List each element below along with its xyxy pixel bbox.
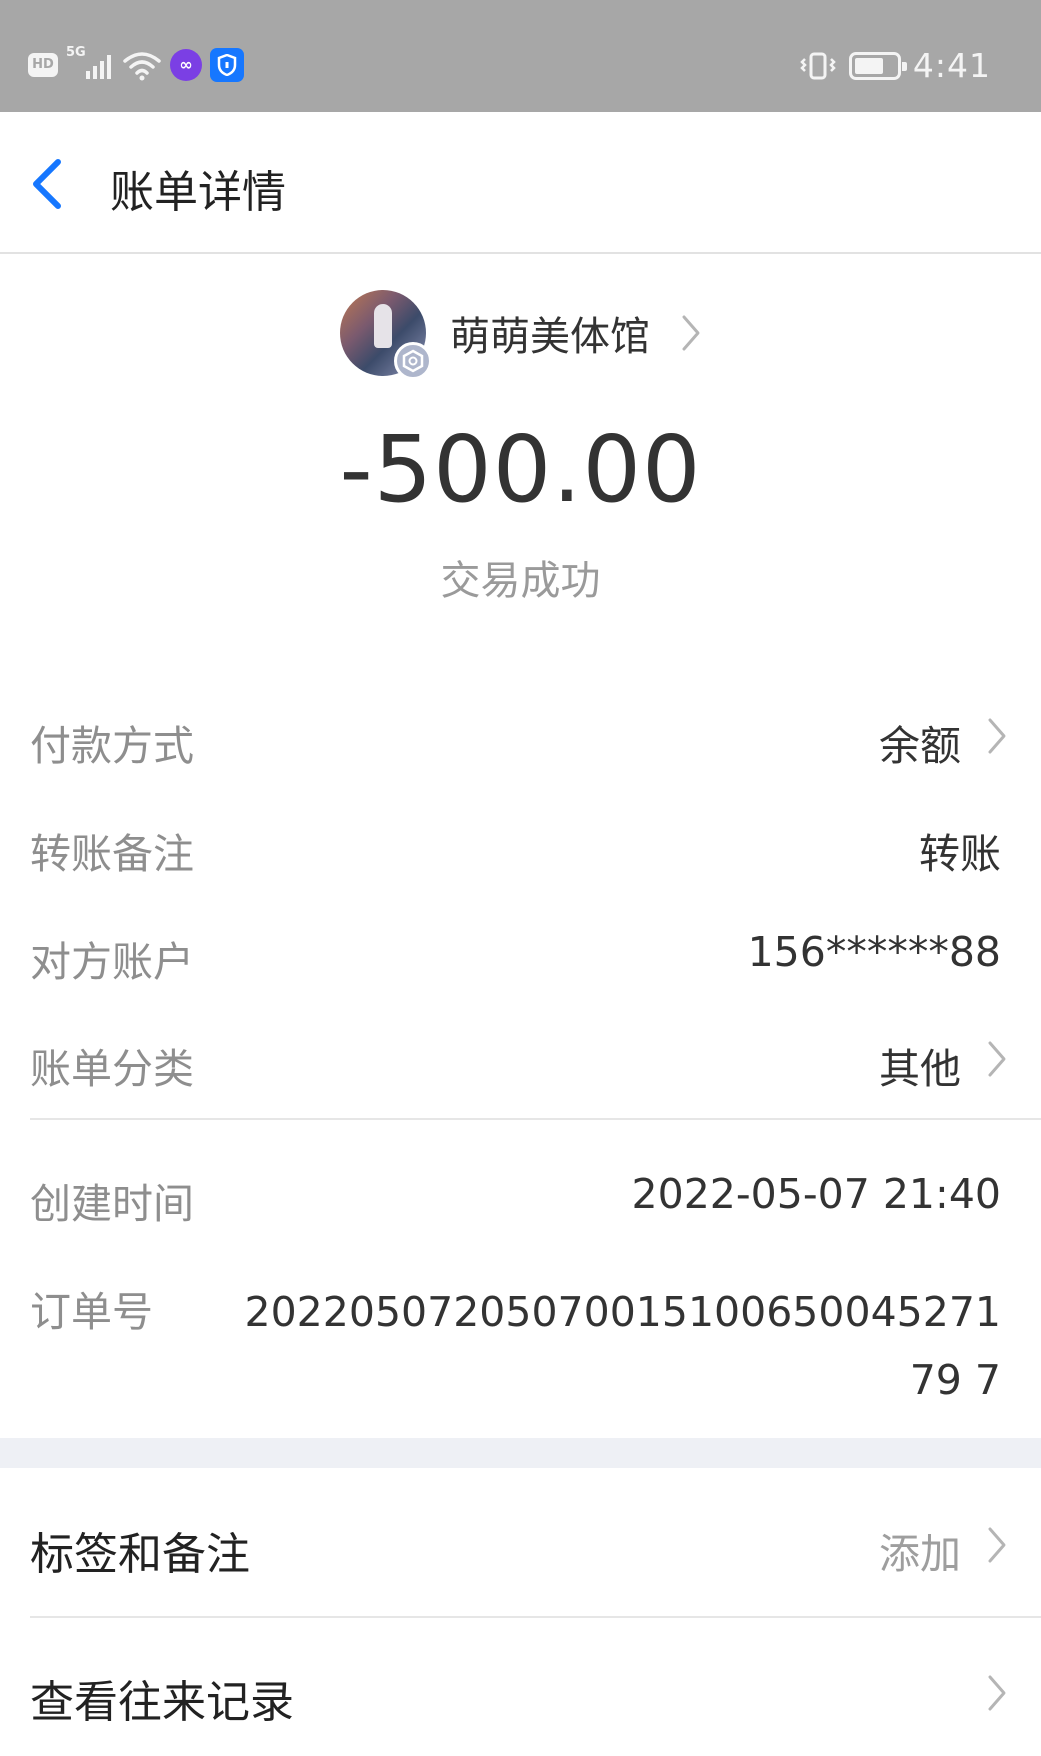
link-app-icon: ∞	[170, 49, 202, 81]
row-divider	[30, 1616, 1041, 1618]
page-title: 账单详情	[110, 167, 286, 218]
transfer-note-row: 转账备注 转账	[0, 810, 1041, 880]
order-number-label: 订单号	[30, 1288, 153, 1336]
payment-method-row[interactable]: 付款方式 余额	[0, 702, 1041, 772]
transaction-status: 交易成功	[440, 558, 601, 604]
nav-bar: 账单详情	[0, 112, 1041, 254]
chevron-right-icon	[988, 1041, 1006, 1077]
status-bar-right: 4:41	[799, 46, 991, 85]
counterparty-account-label: 对方账户	[30, 938, 194, 986]
network-type-label: 5G	[66, 45, 86, 60]
bill-category-row[interactable]: 账单分类 其他	[0, 1025, 1041, 1095]
merchant-name[interactable]: 萌萌美体馆	[450, 304, 650, 362]
bill-category-value: 其他	[879, 1045, 961, 1093]
created-time-label: 创建时间	[30, 1180, 194, 1228]
bill-detail-page: HD 5G ∞ 4:41 账单详情 萌萌美体馆 -500.00 交易成功 付款方…	[0, 0, 1041, 1756]
view-history-label: 查看往来记录	[30, 1677, 294, 1728]
avatar[interactable]	[340, 290, 432, 380]
status-bar: HD 5G ∞ 4:41	[0, 0, 1041, 112]
section-divider	[30, 1118, 1041, 1120]
payment-method-value: 余额	[879, 722, 961, 770]
tags-and-notes-label: 标签和备注	[30, 1529, 250, 1580]
created-time-value: 2022-05-07 21:40	[631, 1170, 1001, 1218]
status-time: 4:41	[912, 46, 991, 85]
transfer-note-label: 转账备注	[30, 830, 194, 878]
chevron-right-icon[interactable]	[680, 313, 702, 353]
wifi-icon	[123, 52, 161, 81]
chevron-right-icon	[988, 718, 1006, 754]
chevron-right-icon	[988, 1527, 1006, 1563]
transaction-amount: -500.00	[339, 416, 702, 523]
5g-signal-icon: 5G	[66, 45, 114, 81]
verified-hexagon-icon	[394, 342, 432, 380]
counterparty-account-row: 对方账户 156******88	[0, 918, 1041, 988]
status-bar-left: HD 5G ∞	[28, 45, 244, 82]
order-number-value: 2022050720507001510065004527179 7	[244, 1288, 1001, 1404]
tags-and-notes-row[interactable]: 标签和备注 添加	[0, 1482, 1041, 1602]
merchant-header[interactable]: 萌萌美体馆	[340, 290, 702, 380]
counterparty-account-value: 156******88	[747, 928, 1001, 976]
bill-category-label: 账单分类	[30, 1045, 194, 1093]
chevron-right-icon	[988, 1675, 1006, 1711]
payment-method-label: 付款方式	[30, 722, 194, 770]
battery-icon	[848, 51, 907, 80]
vibrate-icon	[800, 52, 836, 79]
section-gap	[0, 1438, 1041, 1468]
transfer-note-value: 转账	[919, 830, 1001, 878]
add-tag-link[interactable]: 添加	[879, 1520, 961, 1580]
shield-app-icon	[210, 48, 244, 82]
view-history-row[interactable]: 查看往来记录	[0, 1630, 1041, 1750]
order-number-row: 订单号 2022050720507001510065004527179 7	[0, 1268, 1041, 1408]
hd-icon: HD	[28, 53, 58, 77]
created-time-row: 创建时间 2022-05-07 21:40	[0, 1160, 1041, 1230]
chevron-left-icon[interactable]	[28, 156, 68, 212]
